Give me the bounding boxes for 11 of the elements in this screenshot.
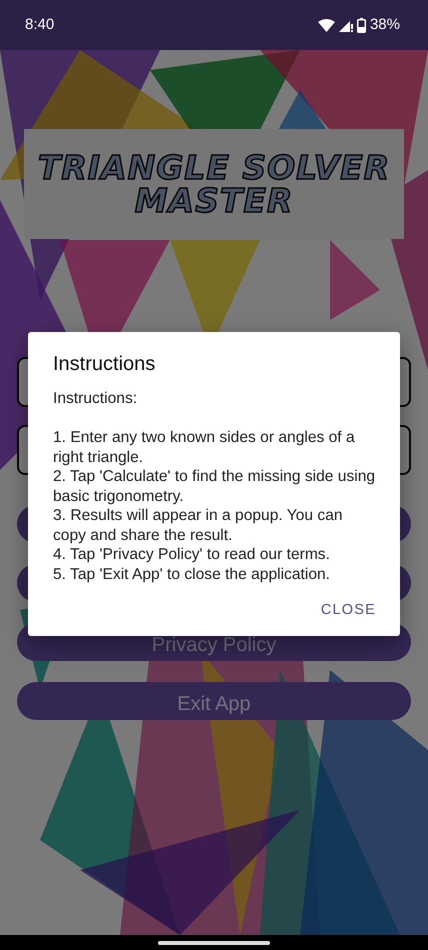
dialog-title: Instructions <box>53 352 156 376</box>
battery-percent: 38% <box>370 14 400 35</box>
clock-time: 8:40 <box>25 14 54 35</box>
battery-icon <box>356 18 366 32</box>
logo-title: TRIANGLE SOLVER <box>38 151 390 184</box>
logo-title: MASTER <box>134 184 294 217</box>
app-button[interactable]: Exit App <box>17 682 411 720</box>
dialog-message: Instructions: 1. Enter any two known sides or angles of a right triangle. 2. Tap 'Calculate' to find the missing side using basic trigonometry. 3. Results will appear in a popup. You can copy and share the result. 4. Tap 'Privacy Policy' to read our terms. 5. Tap 'Exit App' to close the application. <box>53 389 376 584</box>
close-button[interactable]: CLOSE <box>320 596 376 626</box>
home-handle[interactable] <box>158 940 270 944</box>
wifi-icon <box>318 18 335 32</box>
